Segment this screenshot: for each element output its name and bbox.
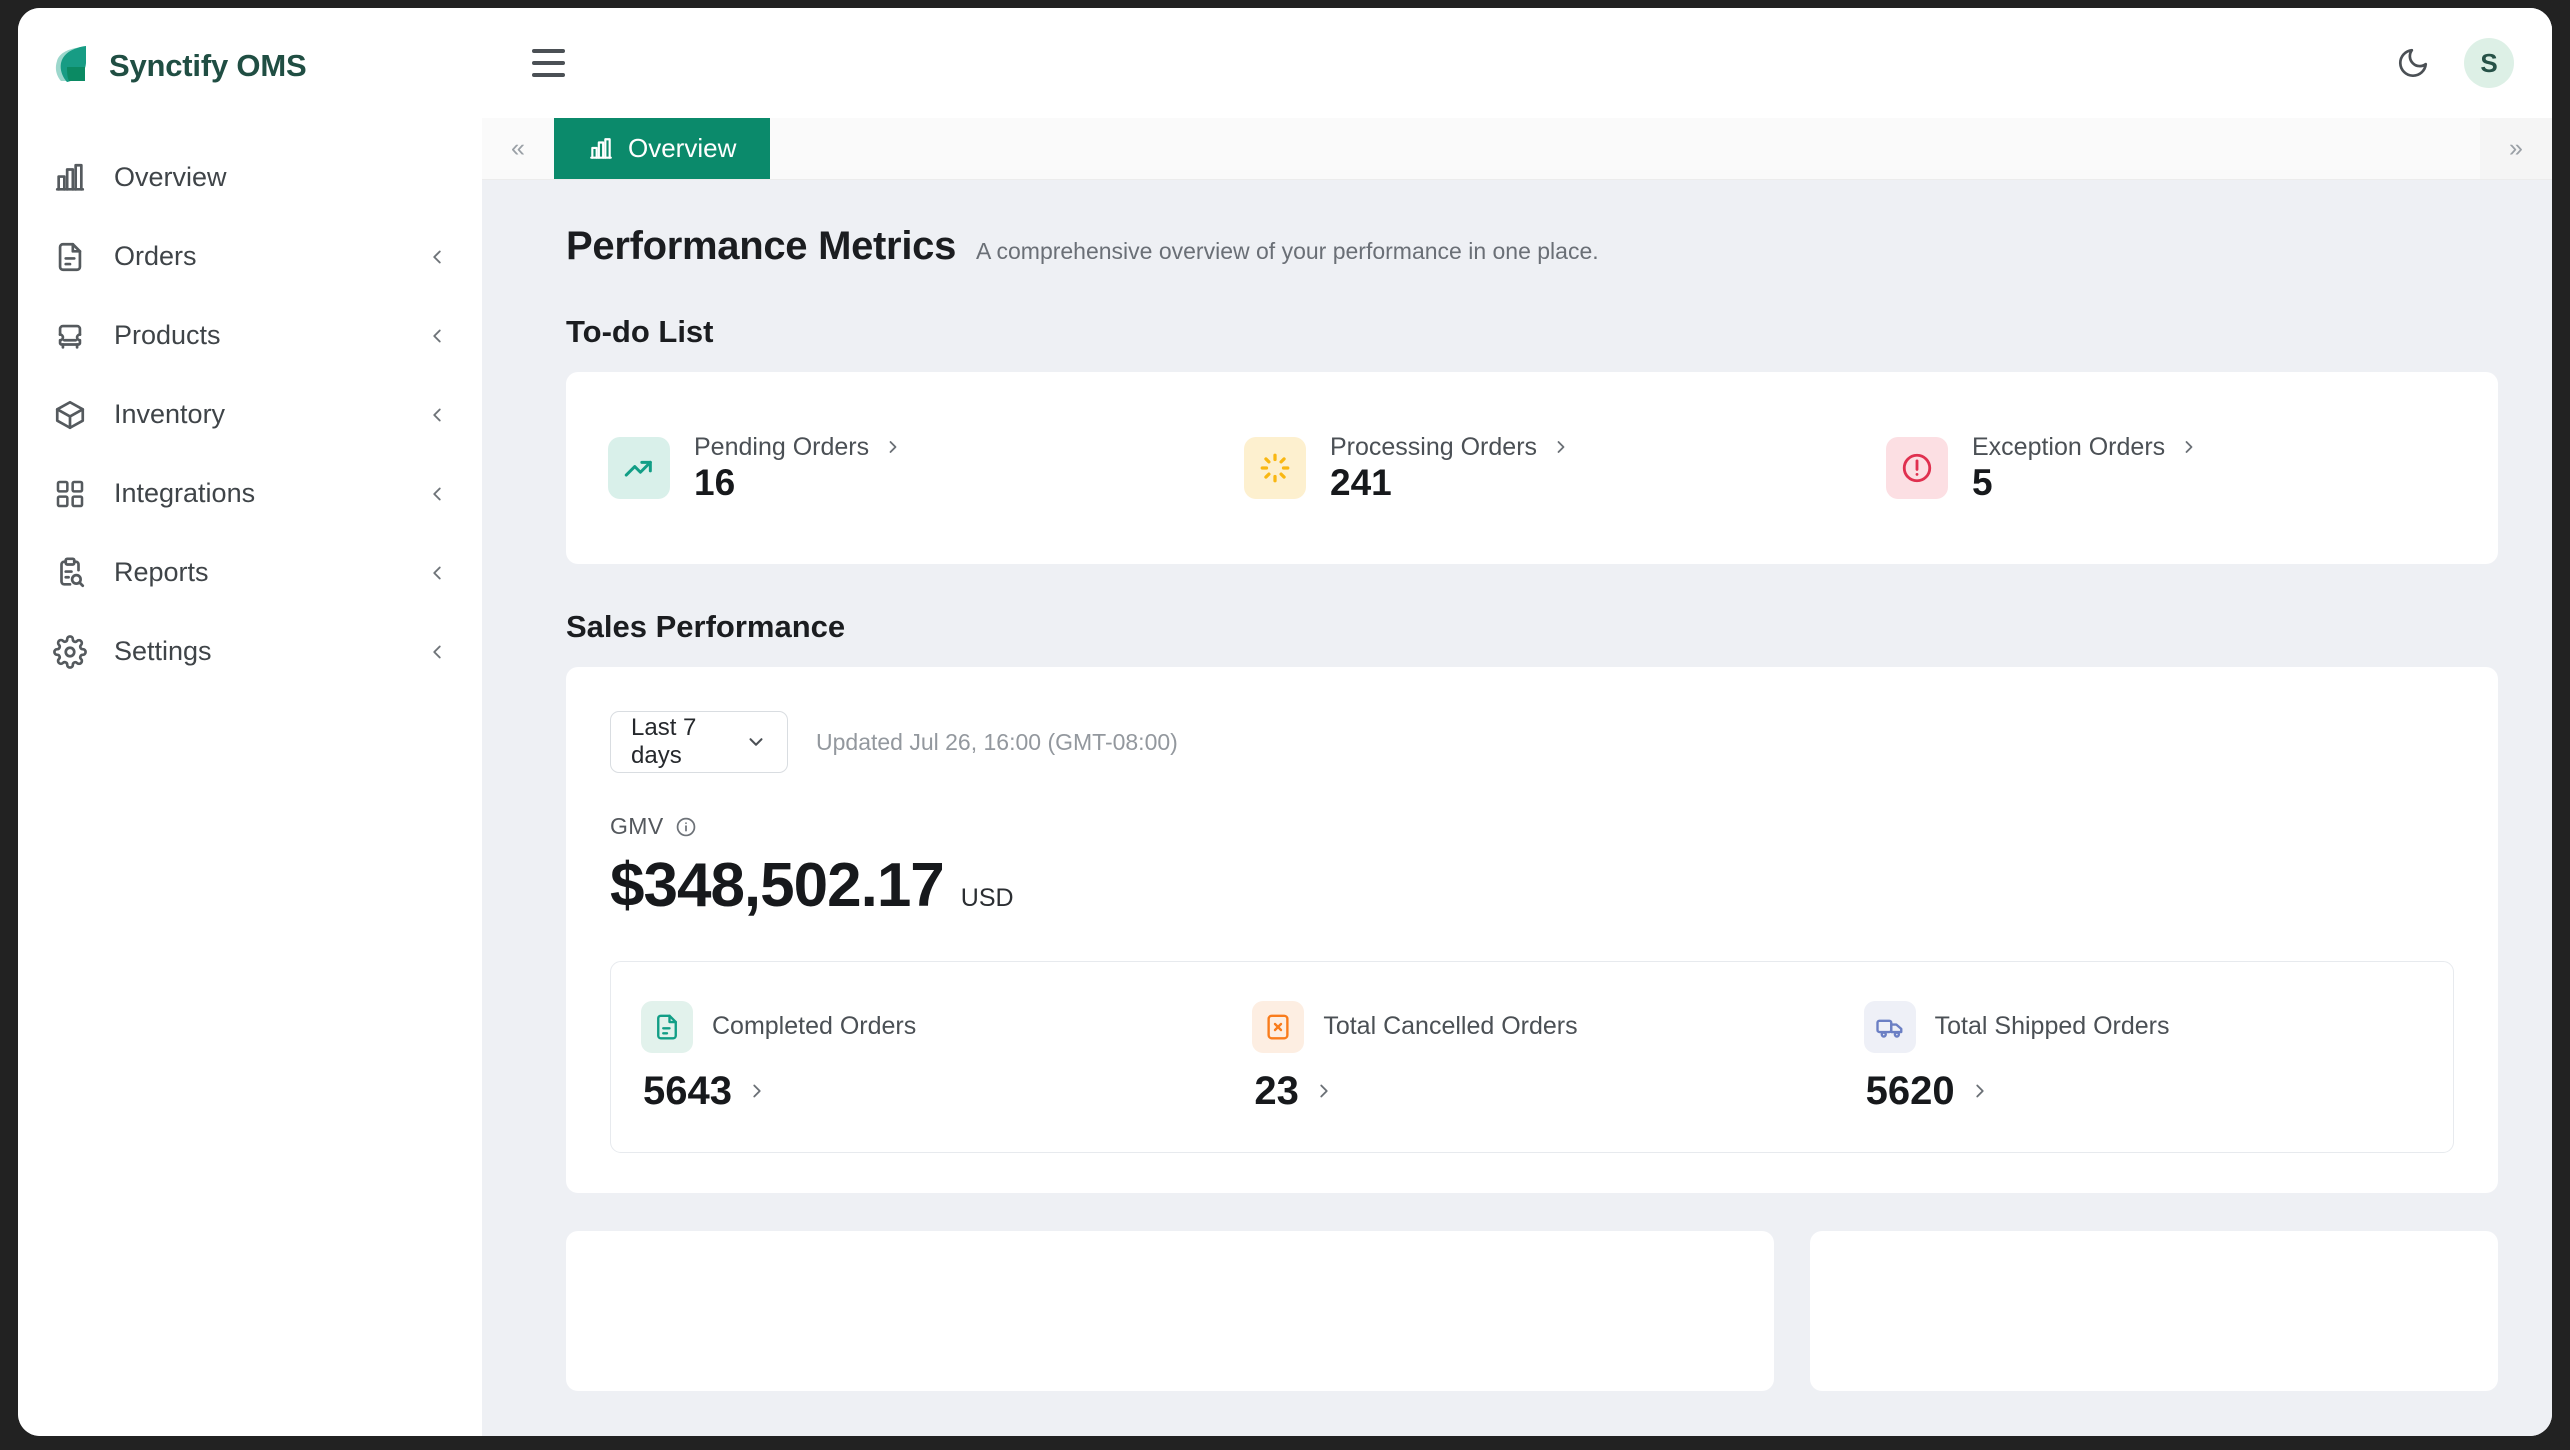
chevron-down-icon [745, 731, 767, 753]
todo-item-processing-orders[interactable]: Processing Orders 241 [1220, 433, 1856, 504]
stat-value: 5643 [643, 1068, 732, 1113]
sidebar-item-label: Overview [114, 162, 227, 192]
date-range-select[interactable]: Last 7 days [610, 711, 788, 773]
brand-header[interactable]: Synctify OMS [18, 32, 482, 94]
page-title: Performance Metrics [566, 224, 957, 268]
leaf-logo-icon [45, 43, 89, 89]
chevron-right-icon[interactable] [883, 437, 903, 457]
tab-label: Overview [628, 133, 737, 163]
todo-item-label: Pending Orders [694, 432, 870, 461]
sidebar-item-inventory[interactable]: Inventory [18, 375, 482, 454]
chevron-right-icon[interactable] [1969, 1080, 1991, 1102]
document-icon [48, 240, 92, 274]
sidebar-item-settings[interactable]: Settings [18, 612, 482, 691]
stat-value: 5620 [1865, 1068, 1955, 1113]
stat-completed-orders[interactable]: Completed Orders 5643 [611, 1000, 1230, 1114]
document-check-icon [641, 1000, 693, 1053]
moon-icon[interactable] [2396, 46, 2430, 80]
stat-label: Total Cancelled Orders [1323, 1012, 1578, 1040]
todo-item-value: 241 [1330, 461, 1392, 503]
box-icon [48, 398, 92, 432]
grid-apps-icon [48, 478, 92, 510]
trending-up-icon [608, 437, 670, 499]
stat-label: Completed Orders [712, 1012, 917, 1040]
chevron-left-icon[interactable] [426, 483, 448, 505]
bar-chart-icon [588, 136, 614, 162]
avatar[interactable]: S [2464, 38, 2514, 88]
info-circle-icon[interactable] [675, 816, 697, 838]
content-area: Performance Metrics A comprehensive over… [482, 180, 2552, 1436]
gear-icon [48, 634, 92, 669]
sidebar-item-label: Settings [114, 636, 212, 666]
chevron-left-icon[interactable] [426, 641, 448, 663]
chevron-right-icon[interactable] [1313, 1080, 1335, 1102]
alert-circle-icon [1886, 437, 1948, 499]
sidebar-nav: Overview Orders Products Inventory Integ… [18, 138, 482, 691]
spinner-icon [1244, 437, 1306, 499]
truck-icon [1863, 1000, 1916, 1053]
box-x-icon [1252, 1000, 1305, 1053]
orders-stats-strip: Completed Orders 5643 Total Cancelled Or… [610, 961, 2454, 1153]
gmv-amount: $348,502.17 [610, 851, 945, 920]
sidebar-item-label: Products [114, 320, 221, 350]
sidebar-item-integrations[interactable]: Integrations [18, 454, 482, 533]
todo-card: Pending Orders 16 Processing Orders 241 … [566, 372, 2498, 564]
gmv-label-row: GMV [610, 813, 2454, 840]
hamburger-icon[interactable] [522, 37, 574, 89]
sidebar-item-orders[interactable]: Orders [18, 217, 482, 296]
gmv-label: GMV [610, 813, 664, 839]
sidebar-item-label: Orders [114, 241, 197, 271]
chevron-left-icon[interactable] [426, 325, 448, 347]
sales-toolbar: Last 7 days Updated Jul 26, 16:00 (GMT-0… [610, 711, 2454, 773]
chevron-left-icon[interactable] [426, 404, 448, 426]
todo-item-pending-orders[interactable]: Pending Orders 16 [566, 433, 1220, 504]
sidebar-item-overview[interactable]: Overview [18, 138, 482, 217]
tab-overview[interactable]: Overview [554, 118, 771, 179]
page-header: Performance Metrics A comprehensive over… [566, 224, 2498, 269]
top-bar: S [482, 8, 2552, 118]
chevron-left-icon[interactable] [426, 562, 448, 584]
updated-timestamp: Updated Jul 26, 16:00 (GMT-08:00) [816, 728, 1178, 755]
top-bar-actions: S [2396, 38, 2514, 88]
tab-list: Overview [554, 118, 2480, 179]
bottom-cards-row [566, 1231, 2498, 1391]
gmv-amount-row: $348,502.17 USD [610, 850, 2454, 921]
sales-performance-card: Last 7 days Updated Jul 26, 16:00 (GMT-0… [566, 667, 2498, 1193]
sidebar: Synctify OMS Overview Orders Products In… [18, 8, 482, 1436]
chevron-right-icon[interactable] [2179, 437, 2199, 457]
todo-item-label: Processing Orders [1330, 432, 1538, 461]
stat-value: 23 [1254, 1068, 1299, 1113]
bottom-card-right [1809, 1231, 2498, 1391]
bottom-card-left [566, 1231, 1774, 1391]
gmv-currency: USD [960, 884, 1014, 912]
armchair-icon [48, 319, 92, 353]
clipboard-search-icon [48, 556, 92, 590]
chevron-right-icon[interactable] [1551, 437, 1571, 457]
todo-item-value: 16 [694, 461, 736, 503]
stat-label: Total Shipped Orders [1934, 1012, 2170, 1040]
chevrons-right-icon[interactable]: » [2480, 118, 2552, 179]
sidebar-item-label: Reports [114, 557, 209, 587]
sidebar-item-reports[interactable]: Reports [18, 533, 482, 612]
todo-item-exception-orders[interactable]: Exception Orders 5 [1856, 433, 2498, 504]
brand-name: Synctify OMS [109, 48, 307, 83]
app-window: Synctify OMS Overview Orders Products In… [18, 8, 2552, 1436]
stat-total-shipped-orders[interactable]: Total Shipped Orders 5620 [1842, 1000, 2453, 1114]
sales-section-title: Sales Performance [566, 609, 846, 644]
tab-strip: « Overview » [482, 118, 2552, 180]
date-range-value: Last 7 days [631, 714, 697, 769]
todo-item-value: 5 [1972, 461, 1993, 503]
sidebar-item-label: Inventory [114, 399, 226, 429]
sidebar-item-products[interactable]: Products [18, 296, 482, 375]
todo-section-title: To-do List [566, 314, 714, 349]
page-subtitle: A comprehensive overview of your perform… [976, 238, 1599, 264]
todo-item-label: Exception Orders [1972, 432, 2166, 461]
main-column: S « Overview » Performance Metrics A com… [482, 8, 2552, 1436]
chevrons-left-icon[interactable]: « [482, 118, 554, 179]
chevron-left-icon[interactable] [426, 246, 448, 268]
bar-chart-icon [48, 161, 92, 195]
chevron-right-icon[interactable] [746, 1080, 768, 1102]
stat-total-cancelled-orders[interactable]: Total Cancelled Orders 23 [1230, 1000, 1841, 1114]
sidebar-item-label: Integrations [114, 478, 256, 508]
